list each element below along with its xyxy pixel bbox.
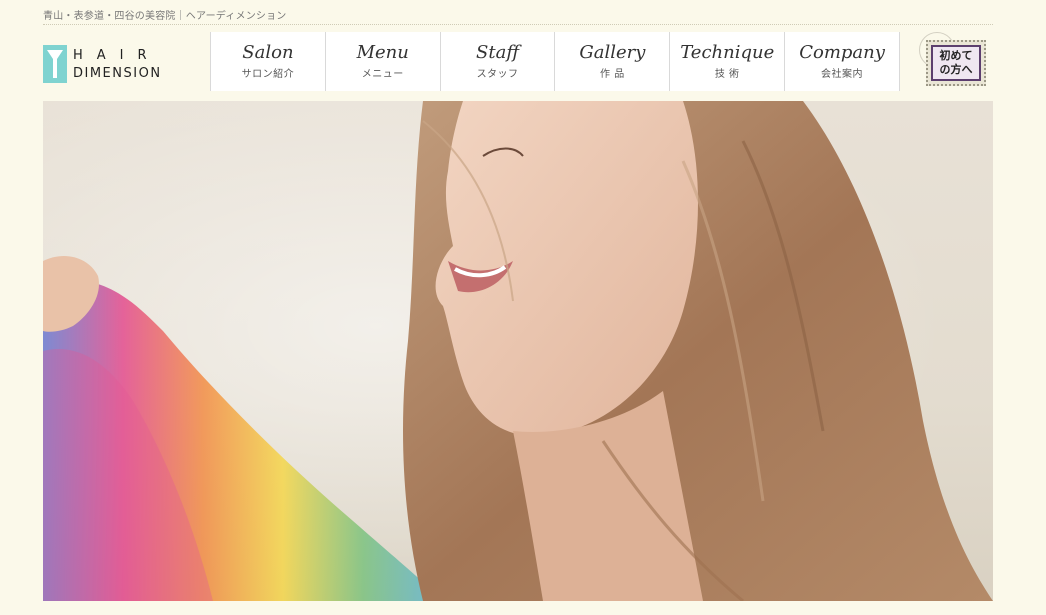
nav-label-ja: 技 術 xyxy=(714,69,740,81)
nav-item-menu[interactable]: Menu メニュー xyxy=(324,32,440,91)
nav-label-en: Menu xyxy=(356,41,409,63)
nav-item-salon[interactable]: Salon サロン紹介 xyxy=(210,32,325,91)
stamp-frame: 初めて の方へ xyxy=(926,40,986,86)
nav-label-en: Staff xyxy=(476,41,520,63)
logo-line2: DIMENSION xyxy=(73,66,162,81)
hero-image xyxy=(43,101,993,601)
stamp-inner: 初めて の方へ xyxy=(931,45,981,81)
nav-label-ja: スタッフ xyxy=(476,69,519,81)
nav-label-en: Salon xyxy=(242,41,294,63)
header-divider xyxy=(43,24,993,25)
first-visit-button[interactable]: 初めて の方へ xyxy=(919,32,990,90)
nav-label-ja: メニュー xyxy=(361,69,404,81)
main-nav: Salon サロン紹介 Menu メニュー Staff スタッフ Gallery… xyxy=(210,32,900,91)
site-tagline: 青山・表参道・四谷の美容院｜ヘアーディメンション xyxy=(43,11,287,22)
nav-label-ja: サロン紹介 xyxy=(241,69,295,81)
nav-label-ja: 会社案内 xyxy=(821,69,864,81)
nav-label-ja: 作 品 xyxy=(600,69,625,81)
first-visit-label: 初めて の方へ xyxy=(939,49,973,76)
nav-label-en: Technique xyxy=(680,41,775,63)
site-logo[interactable]: HAIR DIMENSION xyxy=(43,44,165,84)
hero-photo xyxy=(43,101,993,601)
nav-item-company[interactable]: Company 会社案内 xyxy=(784,32,900,91)
nav-item-gallery[interactable]: Gallery 作 品 xyxy=(554,32,669,91)
logo-line1: HAIR xyxy=(73,48,161,63)
nav-label-en: Company xyxy=(799,41,885,63)
nav-item-technique[interactable]: Technique 技 術 xyxy=(669,32,784,91)
logo-text: HAIR DIMENSION xyxy=(73,48,162,80)
nav-item-staff[interactable]: Staff スタッフ xyxy=(439,32,555,91)
logo-mark-icon xyxy=(43,45,67,83)
nav-label-en: Gallery xyxy=(579,41,646,63)
